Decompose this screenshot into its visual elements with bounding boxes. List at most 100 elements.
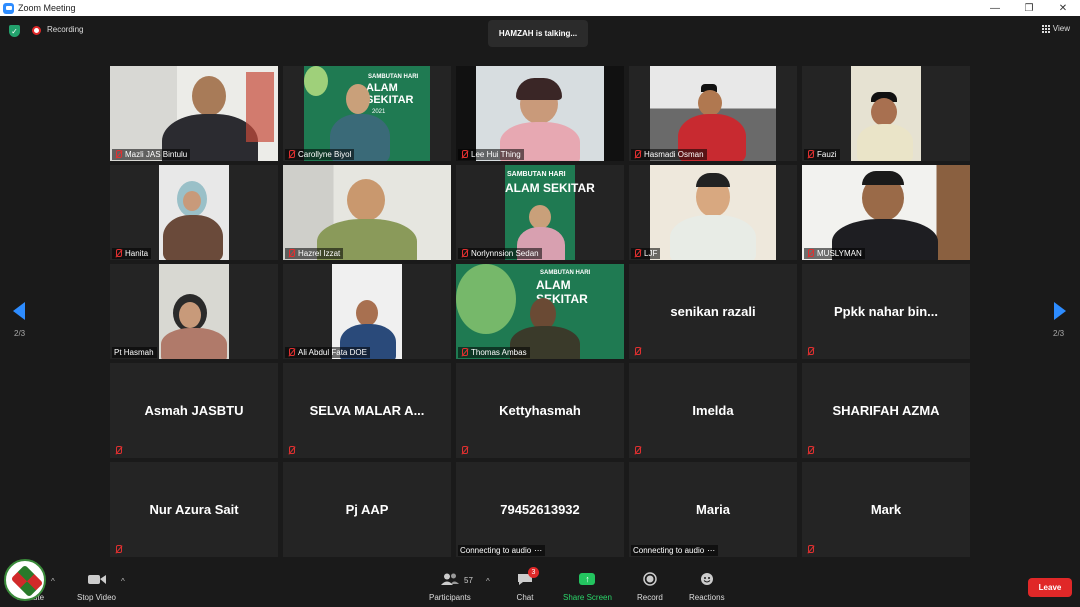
video-tile[interactable]: Pj AAP bbox=[283, 462, 451, 557]
share-screen-icon: ↑ bbox=[578, 572, 596, 586]
participant-name: Ppkk nahar bin... bbox=[833, 304, 939, 319]
audio-options-caret-icon[interactable]: ^ bbox=[51, 577, 55, 586]
video-tile[interactable]: 79452613932 Connecting to audio ⋯ bbox=[456, 462, 624, 557]
participant-name: Kettyhasmah bbox=[499, 403, 581, 418]
participant-name-label: MUSLYMAN bbox=[804, 248, 865, 259]
page-indicator-right: 2/3 bbox=[1053, 329, 1065, 338]
muted-mic-icon bbox=[806, 545, 814, 554]
stop-video-button[interactable]: Stop Video bbox=[77, 572, 116, 602]
video-feed bbox=[851, 66, 921, 161]
muted-mic-icon bbox=[633, 249, 641, 258]
video-tile[interactable]: SAMBUTAN HARI ALAM SEKITAR Norlynnsion S… bbox=[456, 165, 624, 260]
grid-icon bbox=[1041, 24, 1050, 33]
meeting-topbar: ✓ Recording HAMZAH is talking... View bbox=[0, 16, 1080, 47]
video-feed bbox=[802, 165, 970, 260]
video-feed: SAMBUTAN HARI ALAM SEKITAR bbox=[505, 165, 595, 260]
window-title: Zoom Meeting bbox=[18, 3, 76, 13]
participant-name-label: Norlynnsion Sedan bbox=[458, 248, 542, 259]
record-icon bbox=[641, 572, 659, 586]
video-tile[interactable]: senikan razali bbox=[629, 264, 797, 359]
video-tile[interactable]: Lee Hui Thing bbox=[456, 66, 624, 161]
emoji-reaction-icon bbox=[698, 572, 716, 586]
participant-name-label: Thomas Ambas bbox=[458, 347, 530, 358]
restore-button[interactable]: ❐ bbox=[1012, 0, 1046, 16]
previous-page-arrow-icon[interactable] bbox=[13, 302, 25, 320]
video-tile[interactable]: Mazli JAS Bintulu bbox=[110, 66, 278, 161]
video-options-caret-icon[interactable]: ^ bbox=[121, 577, 125, 586]
participant-name: Mark bbox=[870, 502, 902, 517]
active-speaker-indicator: HAMZAH is talking... bbox=[488, 20, 588, 47]
muted-mic-icon bbox=[287, 446, 295, 455]
muted-mic-icon bbox=[114, 150, 122, 159]
muted-mic-icon bbox=[806, 446, 814, 455]
participant-name: Imelda bbox=[692, 403, 734, 418]
muted-mic-icon bbox=[460, 249, 468, 258]
video-tile[interactable]: Asmah JASBTU bbox=[110, 363, 278, 458]
participant-name: Asmah JASBTU bbox=[144, 403, 244, 418]
video-feed bbox=[456, 66, 624, 161]
muted-mic-icon bbox=[460, 348, 468, 357]
participant-name-label: Hazrel Izzat bbox=[285, 248, 344, 259]
window-titlebar: Zoom Meeting — ❐ ✕ bbox=[0, 0, 1080, 16]
video-tile[interactable]: LJF bbox=[629, 165, 797, 260]
next-page-arrow-icon[interactable] bbox=[1054, 302, 1066, 320]
video-tile[interactable]: Mark bbox=[802, 462, 970, 557]
muted-mic-icon bbox=[114, 446, 122, 455]
video-feed: SAMBUTAN HARI ALAM SEKITAR bbox=[456, 264, 624, 359]
video-camera-icon bbox=[87, 572, 106, 586]
video-tile[interactable]: Pt Hasmah bbox=[110, 264, 278, 359]
participant-name-label: Fauzi bbox=[804, 149, 840, 160]
video-tile[interactable]: Hasmadi Osman bbox=[629, 66, 797, 161]
video-feed bbox=[650, 66, 776, 161]
window-controls: — ❐ ✕ bbox=[978, 0, 1080, 16]
view-button[interactable]: View bbox=[1041, 24, 1070, 33]
video-tile[interactable]: SELVA MALAR A... bbox=[283, 363, 451, 458]
muted-mic-icon bbox=[633, 347, 641, 356]
participants-caret-icon[interactable]: ^ bbox=[486, 577, 490, 586]
muted-mic-icon bbox=[633, 446, 641, 455]
connecting-audio-label: Connecting to audio ⋯ bbox=[631, 545, 719, 556]
muted-mic-icon bbox=[287, 348, 295, 357]
participant-name: Pj AAP bbox=[345, 502, 389, 517]
video-tile[interactable]: SHARIFAH AZMA bbox=[802, 363, 970, 458]
participant-name-label: LJF bbox=[631, 248, 661, 259]
participant-name: Nur Azura Sait bbox=[149, 502, 239, 517]
organization-logo bbox=[4, 559, 46, 601]
participant-name-label: Lee Hui Thing bbox=[458, 149, 524, 160]
participant-name-label: Hanita bbox=[112, 248, 152, 259]
close-button[interactable]: ✕ bbox=[1046, 0, 1080, 16]
video-feed bbox=[650, 165, 776, 260]
video-tile[interactable]: MUSLYMAN bbox=[802, 165, 970, 260]
muted-mic-icon bbox=[114, 545, 122, 554]
video-tile[interactable]: Hazrel Izzat bbox=[283, 165, 451, 260]
share-screen-button[interactable]: ↑ Share Screen bbox=[563, 572, 612, 602]
video-tile[interactable]: Nur Azura Sait bbox=[110, 462, 278, 557]
video-tile[interactable]: Ali Abdul Fata DOE bbox=[283, 264, 451, 359]
muted-mic-icon bbox=[114, 249, 122, 258]
participant-name: SHARIFAH AZMA bbox=[832, 403, 940, 418]
leave-button[interactable]: Leave bbox=[1028, 578, 1072, 597]
video-tile[interactable]: Kettyhasmah bbox=[456, 363, 624, 458]
video-tile[interactable]: SAMBUTAN HARI ALAM SEKITAR 2021 Carollyn… bbox=[283, 66, 451, 161]
video-tile[interactable]: Ppkk nahar bin... bbox=[802, 264, 970, 359]
participant-name: 79452613932 bbox=[500, 502, 580, 517]
video-tile[interactable]: Maria Connecting to audio ⋯ bbox=[629, 462, 797, 557]
muted-mic-icon bbox=[287, 150, 295, 159]
video-tile[interactable]: Imelda bbox=[629, 363, 797, 458]
security-shield-icon[interactable]: ✓ bbox=[9, 25, 20, 37]
video-feed bbox=[283, 165, 451, 260]
video-tile[interactable]: SAMBUTAN HARI ALAM SEKITAR Thomas Ambas bbox=[456, 264, 624, 359]
participant-name: SELVA MALAR A... bbox=[309, 403, 425, 418]
video-feed: SAMBUTAN HARI ALAM SEKITAR 2021 bbox=[304, 66, 430, 161]
participant-name: senikan razali bbox=[670, 304, 756, 319]
chat-button[interactable]: 3 Chat bbox=[516, 567, 539, 602]
meeting-toolbar: 🎤 Unmute ^ Stop Video ^ Participants 57 … bbox=[0, 567, 1080, 607]
chat-unread-badge: 3 bbox=[528, 567, 539, 578]
record-button[interactable]: Record bbox=[637, 572, 663, 602]
video-tile[interactable]: Fauzi bbox=[802, 66, 970, 161]
view-label: View bbox=[1052, 24, 1070, 33]
page-indicator-left: 2/3 bbox=[14, 329, 26, 338]
minimize-button[interactable]: — bbox=[978, 0, 1012, 16]
reactions-button[interactable]: Reactions bbox=[689, 572, 725, 602]
video-tile[interactable]: Hanita bbox=[110, 165, 278, 260]
